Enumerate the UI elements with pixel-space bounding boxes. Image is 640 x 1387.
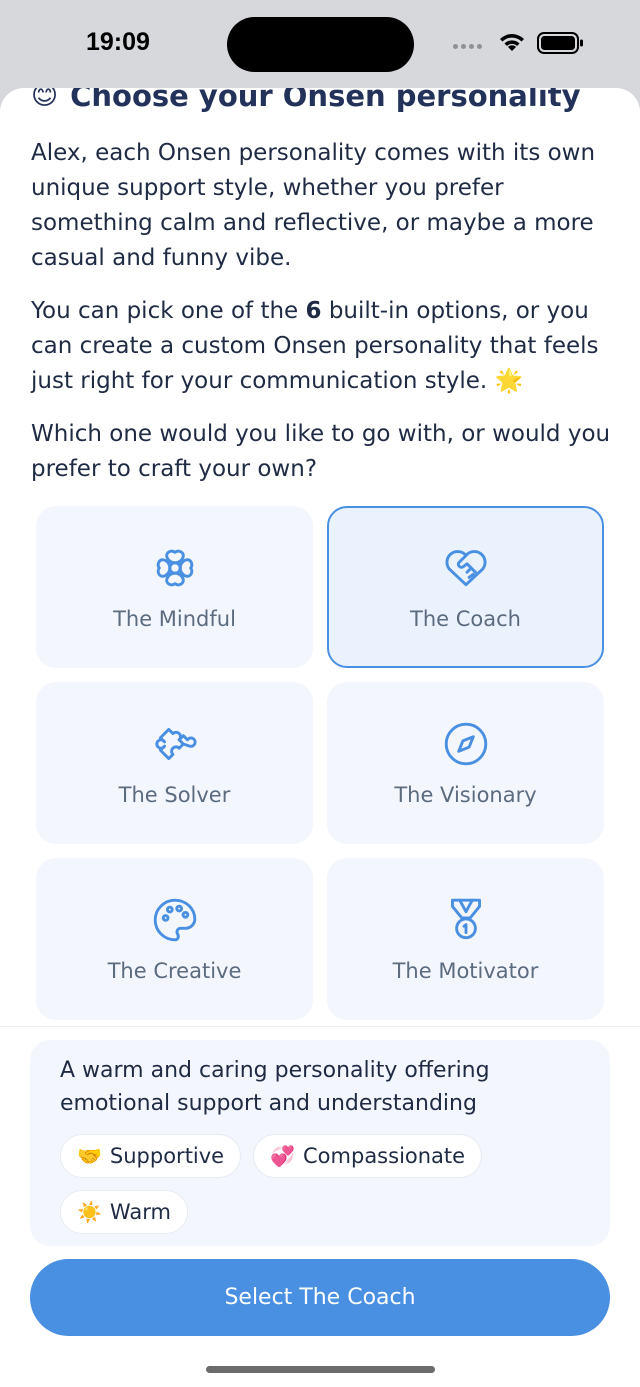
options-count: 6 bbox=[305, 298, 322, 324]
trait-tag-warm: ☀️ Warm bbox=[60, 1190, 188, 1234]
divider bbox=[0, 1026, 640, 1027]
palette-icon bbox=[153, 898, 196, 942]
medal-icon bbox=[450, 898, 481, 940]
personality-label: The Creative bbox=[107, 959, 242, 983]
personality-label: The Mindful bbox=[113, 607, 236, 631]
dynamic-island bbox=[227, 17, 414, 72]
home-indicator bbox=[206, 1366, 435, 1373]
compass-icon bbox=[444, 722, 487, 766]
personality-grid: The Mindful The Coach The Solver The Vis… bbox=[36, 506, 604, 1020]
personality-card-coach[interactable]: The Coach bbox=[327, 506, 604, 668]
personality-card-creative[interactable]: The Creative bbox=[36, 858, 313, 1020]
hearts-emoji-icon: 💞 bbox=[270, 1144, 296, 1168]
personality-card-visionary[interactable]: The Visionary bbox=[327, 682, 604, 844]
sun-emoji-icon: ☀️ bbox=[77, 1200, 102, 1224]
intro-paragraph-1: Alex, each Onsen personality comes with … bbox=[31, 140, 596, 271]
wifi-icon bbox=[500, 34, 524, 51]
personality-sheet: 😊 Choose your Onsen personality Alex, ea… bbox=[0, 88, 640, 1387]
trait-tag-supportive: 🤝 Supportive bbox=[60, 1134, 242, 1178]
status-bar: 19:09 bbox=[0, 0, 640, 88]
page-title: 😊 Choose your Onsen personality bbox=[31, 88, 581, 113]
personality-label: The Visionary bbox=[394, 783, 537, 807]
personality-label: The Coach bbox=[410, 607, 521, 631]
personality-card-motivator[interactable]: The Motivator bbox=[327, 858, 604, 1020]
puzzle-icon bbox=[154, 727, 197, 761]
heart-handshake-icon bbox=[444, 550, 487, 587]
page-title-text: Choose your Onsen personality bbox=[70, 88, 581, 113]
handshake-emoji-icon: 🤝 bbox=[77, 1144, 102, 1168]
battery-icon bbox=[537, 32, 583, 54]
intro-paragraph-3: Which one would you like to go with, or … bbox=[31, 421, 611, 482]
personality-description-panel: A warm and caring personality offering e… bbox=[30, 1040, 610, 1246]
trait-tags: 🤝 Supportive 💞 Compassionate ☀️ Warm bbox=[60, 1134, 520, 1234]
status-time: 19:09 bbox=[86, 28, 150, 56]
personality-card-solver[interactable]: The Solver bbox=[36, 682, 313, 844]
flower-icon bbox=[156, 549, 193, 587]
smile-emoji-icon: 😊 bbox=[31, 88, 59, 111]
intro-paragraph-2: You can pick one of the 6 built-in optio… bbox=[31, 298, 599, 394]
cellular-signal-icon bbox=[453, 44, 482, 49]
intro-text: Alex, each Onsen personality comes with … bbox=[31, 136, 621, 505]
trait-tag-compassionate: 💞 Compassionate bbox=[253, 1134, 483, 1178]
personality-label: The Solver bbox=[118, 783, 231, 807]
personality-card-mindful[interactable]: The Mindful bbox=[36, 506, 313, 668]
select-personality-button[interactable]: Select The Coach bbox=[30, 1259, 610, 1336]
personality-description: A warm and caring personality offering e… bbox=[60, 1058, 490, 1116]
personality-label: The Motivator bbox=[392, 959, 539, 983]
